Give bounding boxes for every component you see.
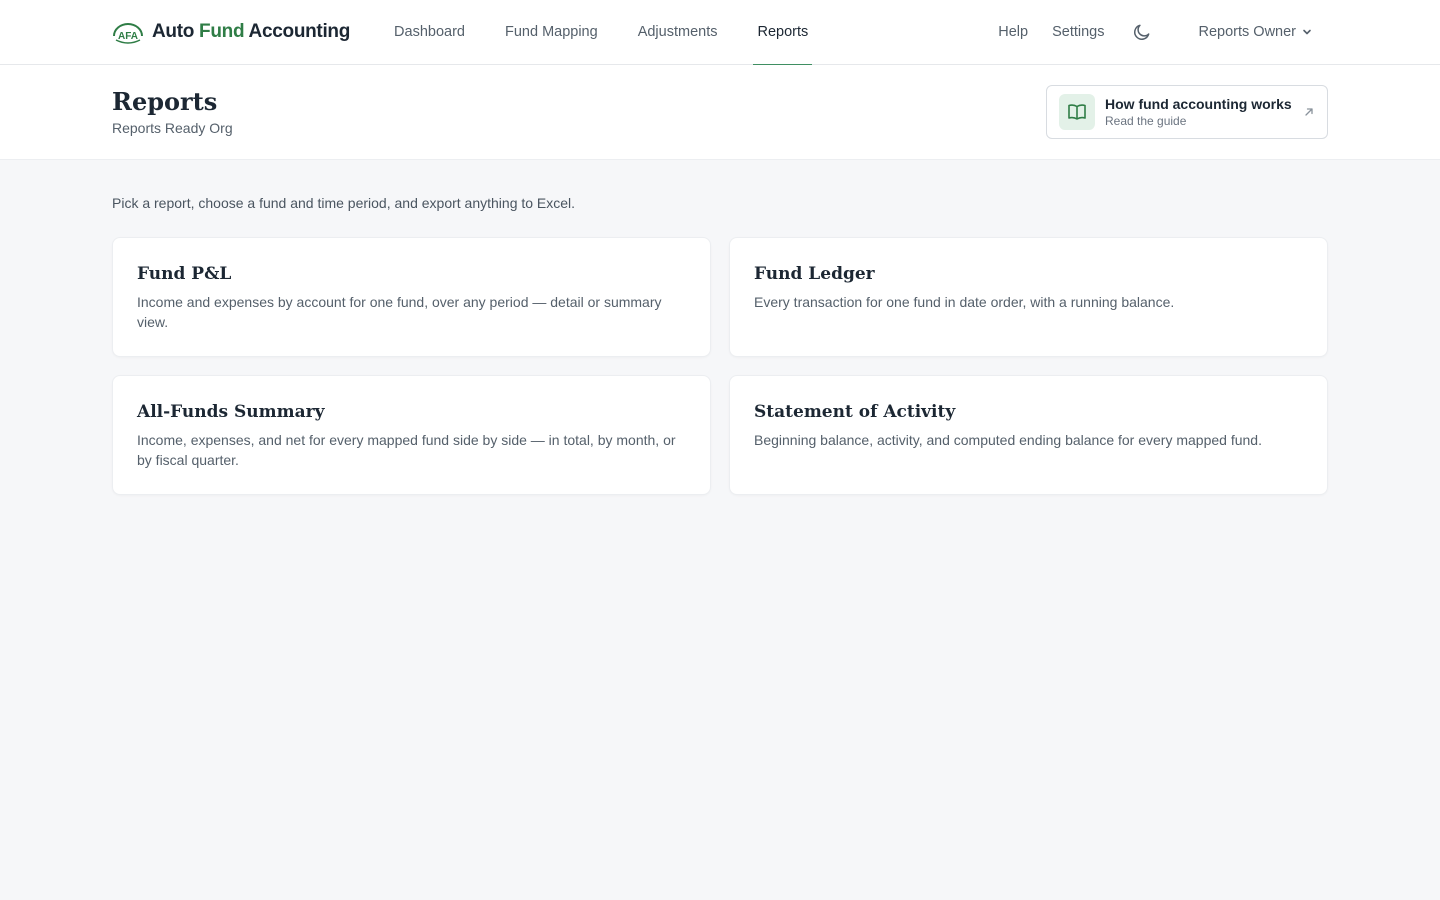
guide-title: How fund accounting works (1105, 96, 1292, 112)
logo-mark-text: AFA (118, 31, 138, 42)
nav-fund-mapping[interactable]: Fund Mapping (485, 0, 618, 65)
chevron-down-icon (1303, 29, 1311, 35)
guide-link[interactable]: How fund accounting works Read the guide (1046, 85, 1328, 139)
report-card-description: Income and expenses by account for one f… (137, 294, 662, 330)
report-card-statement-of-activity[interactable]: Statement of Activity Beginning balance,… (729, 375, 1328, 495)
nav-dashboard[interactable]: Dashboard (394, 0, 485, 65)
title-block: Reports Reports Ready Org (112, 87, 233, 136)
user-menu-label: Reports Owner (1198, 24, 1296, 40)
settings-link[interactable]: Settings (1052, 24, 1104, 40)
logo-icon: AFA (113, 23, 143, 44)
app-name-part1: Auto (152, 21, 200, 42)
page-header: Reports Reports Ready Org How fund accou… (0, 65, 1440, 160)
app-name-accent: Fund (199, 21, 245, 42)
nav-adjustments[interactable]: Adjustments (618, 0, 738, 65)
report-card-title: Fund Ledger (754, 264, 875, 284)
report-card-description: Beginning balance, activity, and compute… (754, 432, 1262, 448)
guide-text: How fund accounting works Read the guide (1105, 96, 1303, 128)
nav-reports[interactable]: Reports (737, 0, 828, 66)
help-link[interactable]: Help (998, 24, 1028, 40)
external-arrow-icon (1305, 108, 1313, 116)
intro-text: Pick a report, choose a fund and time pe… (112, 195, 576, 211)
report-card-title: Statement of Activity (754, 402, 956, 422)
main-nav: Dashboard Fund Mapping Adjustments Repor… (394, 0, 828, 66)
page-title: Reports (112, 87, 218, 116)
report-card-fund-ledger[interactable]: Fund Ledger Every transaction for one fu… (729, 237, 1328, 357)
report-card-description: Income, expenses, and net for every mapp… (137, 432, 676, 468)
report-grid: Fund P&L Income and expenses by account … (112, 237, 1328, 495)
moon-icon[interactable] (1132, 22, 1152, 42)
report-card-fund-pl[interactable]: Fund P&L Income and expenses by account … (112, 237, 711, 357)
main-content: Pick a report, choose a fund and time pe… (0, 160, 1440, 495)
user-menu[interactable]: Reports Owner (1198, 24, 1312, 40)
app-logo[interactable]: AFA Auto Fund Accounting (112, 20, 350, 44)
top-right-actions: Help Settings Reports Owner (998, 0, 1328, 65)
app-name: Auto Fund Accounting (152, 21, 350, 43)
guide-subtitle: Read the guide (1105, 114, 1187, 128)
report-card-description: Every transaction for one fund in date o… (754, 294, 1175, 310)
report-card-title: Fund P&L (137, 264, 232, 284)
report-card-all-funds-summary[interactable]: All-Funds Summary Income, expenses, and … (112, 375, 711, 495)
app-name-part2: Accounting (244, 21, 351, 42)
top-navbar: AFA Auto Fund Accounting Dashboard Fund … (0, 0, 1440, 66)
report-card-title: All-Funds Summary (137, 402, 325, 422)
org-name: Reports Ready Org (112, 120, 233, 136)
book-icon (1059, 94, 1095, 130)
